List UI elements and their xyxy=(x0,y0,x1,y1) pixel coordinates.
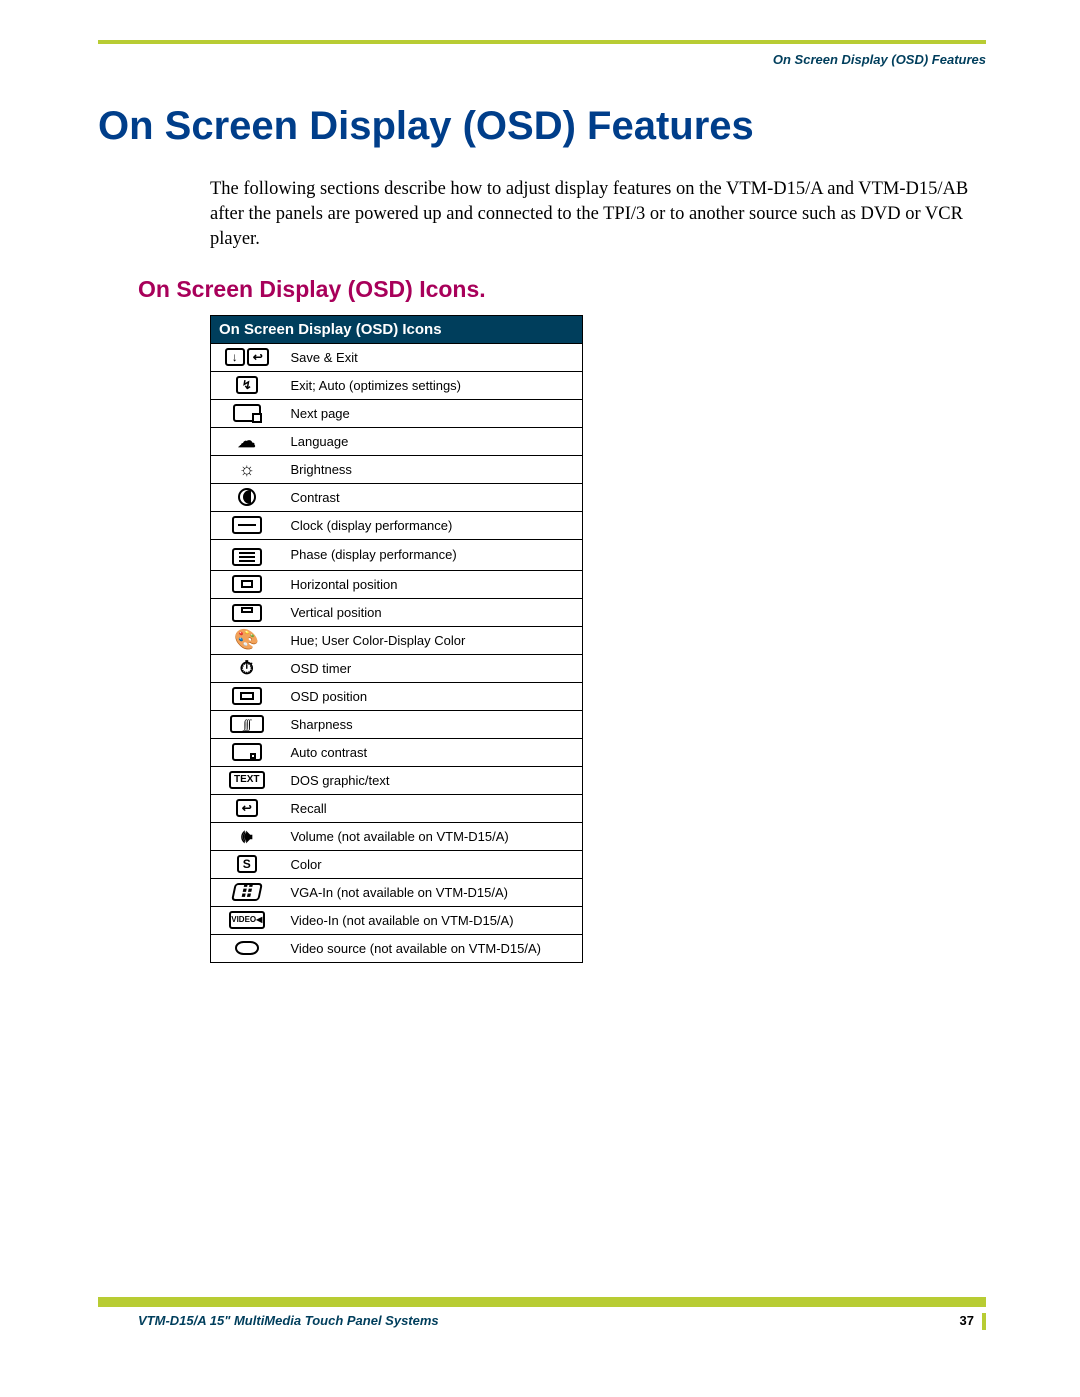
vga-in-icon: ⠿ xyxy=(211,878,283,906)
intro-paragraph: The following sections describe how to a… xyxy=(210,177,976,252)
save-exit-icon-glyph: ↓↩ xyxy=(217,346,277,368)
table-row: Clock (display performance) xyxy=(211,511,583,539)
table-row: 🎨 Hue; User Color-Display Color xyxy=(211,626,583,654)
table-row: OSD position xyxy=(211,682,583,710)
icon-description: OSD position xyxy=(283,682,583,710)
v-position-icon-glyph xyxy=(217,602,277,624)
table-row: ↯ Exit; Auto (optimizes settings) xyxy=(211,371,583,399)
icon-description: Hue; User Color-Display Color xyxy=(283,626,583,654)
icon-description: Vertical position xyxy=(283,598,583,626)
phase-icon xyxy=(211,539,283,570)
volume-icon: 🕪 xyxy=(211,822,283,850)
icon-description: VGA-In (not available on VTM-D15/A) xyxy=(283,878,583,906)
brightness-icon-glyph: ☼ xyxy=(217,458,277,480)
running-head: On Screen Display (OSD) Features xyxy=(773,52,986,67)
contrast-icon xyxy=(211,483,283,511)
table-row: Horizontal position xyxy=(211,570,583,598)
icon-description: Language xyxy=(283,427,583,455)
icon-description: Contrast xyxy=(283,483,583,511)
hue-color-icon: 🎨 xyxy=(211,626,283,654)
h-position-icon-glyph xyxy=(217,573,277,595)
language-icon: ☁ xyxy=(211,427,283,455)
language-icon-glyph: ☁ xyxy=(217,430,277,452)
v-position-icon xyxy=(211,598,283,626)
icon-description: Phase (display performance) xyxy=(283,539,583,570)
hue-color-icon-glyph: 🎨 xyxy=(217,629,277,651)
osd-position-icon xyxy=(211,682,283,710)
table-row: ∫∫∫ Sharpness xyxy=(211,710,583,738)
icon-description: Auto contrast xyxy=(283,738,583,766)
table-row: Next page xyxy=(211,399,583,427)
clock-icon-glyph xyxy=(217,514,277,536)
icon-description: OSD timer xyxy=(283,654,583,682)
video-in-icon-glyph: VIDEO◀ xyxy=(217,909,277,931)
icon-description: Save & Exit xyxy=(283,343,583,371)
page: On Screen Display (OSD) Features On Scre… xyxy=(98,40,986,1360)
icon-description: Clock (display performance) xyxy=(283,511,583,539)
video-source-icon-glyph xyxy=(217,937,277,959)
icon-description: Next page xyxy=(283,399,583,427)
recall-icon: ↩ xyxy=(211,794,283,822)
icon-description: Recall xyxy=(283,794,583,822)
auto-contrast-icon-glyph xyxy=(217,741,277,763)
color-icon-glyph: S xyxy=(217,853,277,875)
page-title: On Screen Display (OSD) Features xyxy=(98,104,986,149)
table-row: Auto contrast xyxy=(211,738,583,766)
table-row: Vertical position xyxy=(211,598,583,626)
clock-icon xyxy=(211,511,283,539)
section-heading: On Screen Display (OSD) Icons. xyxy=(138,276,986,303)
next-page-icon-glyph xyxy=(217,402,277,424)
table-row: Video source (not available on VTM-D15/A… xyxy=(211,934,583,962)
icon-description: Video-In (not available on VTM-D15/A) xyxy=(283,906,583,934)
icon-description: Brightness xyxy=(283,455,583,483)
icon-description: Volume (not available on VTM-D15/A) xyxy=(283,822,583,850)
dos-text-icon-glyph: TEXT xyxy=(217,769,277,791)
table-row: TEXT DOS graphic/text xyxy=(211,766,583,794)
table-row: ☼ Brightness xyxy=(211,455,583,483)
icon-description: DOS graphic/text xyxy=(283,766,583,794)
next-page-icon xyxy=(211,399,283,427)
recall-icon-glyph: ↩ xyxy=(217,797,277,819)
footer-page-number: 37 xyxy=(960,1313,986,1330)
osd-timer-icon: ⏱ xyxy=(211,654,283,682)
phase-icon-glyph xyxy=(217,546,277,568)
icon-description: Sharpness xyxy=(283,710,583,738)
save-exit-icon: ↓↩ xyxy=(211,343,283,371)
osd-icons-table: On Screen Display (OSD) Icons ↓↩ Save & E… xyxy=(210,315,583,963)
table-header: On Screen Display (OSD) Icons xyxy=(211,315,583,343)
table-row: ☁ Language xyxy=(211,427,583,455)
exit-auto-icon: ↯ xyxy=(211,371,283,399)
footer-doc-title: VTM-D15/A 15" MultiMedia Touch Panel Sys… xyxy=(138,1313,439,1328)
table-row: 🕪 Volume (not available on VTM-D15/A) xyxy=(211,822,583,850)
volume-icon-glyph: 🕪 xyxy=(217,825,277,847)
auto-contrast-icon xyxy=(211,738,283,766)
table-row: S Color xyxy=(211,850,583,878)
osd-timer-icon-glyph: ⏱ xyxy=(217,657,277,679)
osd-position-icon-glyph xyxy=(217,685,277,707)
color-icon: S xyxy=(211,850,283,878)
exit-auto-icon-glyph: ↯ xyxy=(217,374,277,396)
table-row: ⏱ OSD timer xyxy=(211,654,583,682)
video-source-icon xyxy=(211,934,283,962)
table-row: ↩ Recall xyxy=(211,794,583,822)
brightness-icon: ☼ xyxy=(211,455,283,483)
icon-description: Color xyxy=(283,850,583,878)
sharpness-icon: ∫∫∫ xyxy=(211,710,283,738)
icon-description: Horizontal position xyxy=(283,570,583,598)
vga-in-icon-glyph: ⠿ xyxy=(217,881,277,903)
sharpness-icon-glyph: ∫∫∫ xyxy=(217,713,277,735)
contrast-icon-glyph xyxy=(217,486,277,508)
dos-text-icon: TEXT xyxy=(211,766,283,794)
table-row: ↓↩ Save & Exit xyxy=(211,343,583,371)
page-footer: VTM-D15/A 15" MultiMedia Touch Panel Sys… xyxy=(98,1297,986,1330)
table-row: ⠿ VGA-In (not available on VTM-D15/A) xyxy=(211,878,583,906)
icon-description: Exit; Auto (optimizes settings) xyxy=(283,371,583,399)
h-position-icon xyxy=(211,570,283,598)
video-in-icon: VIDEO◀ xyxy=(211,906,283,934)
table-row: Phase (display performance) xyxy=(211,539,583,570)
table-row: Contrast xyxy=(211,483,583,511)
icon-description: Video source (not available on VTM-D15/A… xyxy=(283,934,583,962)
table-row: VIDEO◀ Video-In (not available on VTM-D15… xyxy=(211,906,583,934)
